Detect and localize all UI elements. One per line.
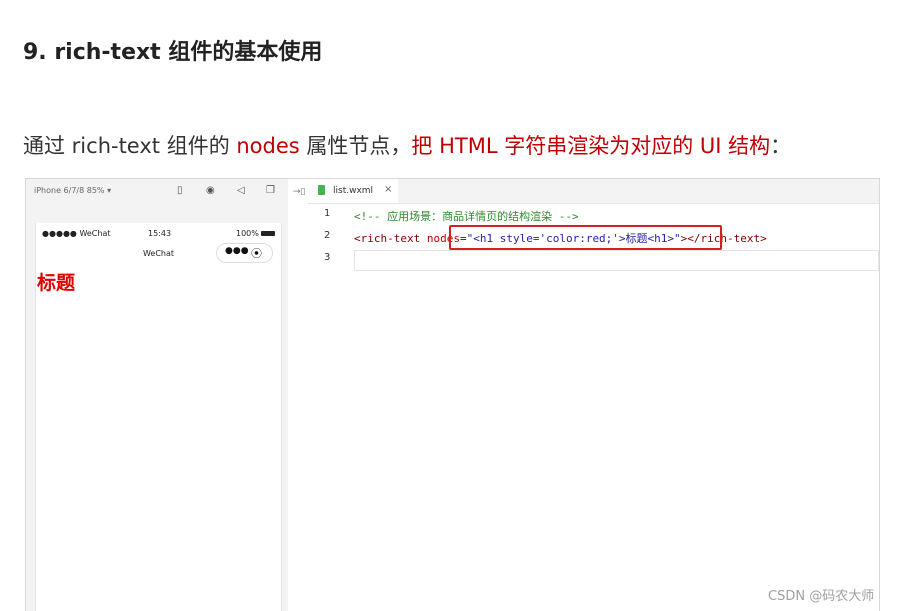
code-tag-open: <rich-text [354,232,427,245]
battery-text: 100% [236,229,259,238]
para-nodes-highlight: nodes [236,134,300,158]
watermark: CSDN @码农大师 [768,589,875,604]
phone-icon[interactable]: ▯ [177,185,183,196]
code-line: 1 <!-- 应用场景：商品详情页的结构渲染 --> [308,203,879,225]
collapse-sidebar-icon[interactable]: →▯ [293,187,306,197]
para-text-3: ： [770,134,792,158]
device-select[interactable]: iPhone 6/7/8 85% ▾ [34,186,111,195]
menu-capsule[interactable]: ●●● ⦿ [216,243,273,263]
rendered-h1: 标题 [37,272,76,294]
battery-indicator: 100% [236,229,275,238]
clock-text: 15:43 [148,229,172,238]
volume-icon[interactable]: ◁ [237,185,245,196]
highlight-box [449,225,722,250]
description-paragraph: 通过 rich-text 组件的 nodes 属性节点，把 HTML 字符串渲染… [23,130,791,160]
line-number: 2 [324,230,331,241]
ide-screenshot: iPhone 6/7/8 85% ▾ ▯ ◉ ◁ ❐ ●●●●● WeChat … [25,178,880,611]
line-number: 3 [324,252,331,263]
status-bar: ●●●●● WeChat 15:43 100% [36,229,281,241]
record-icon[interactable]: ◉ [206,185,215,196]
code-editor: →▯ list.wxml × 1 <!-- 应用场景：商品详情页的结构渲染 --… [288,179,879,611]
window-icon[interactable]: ❐ [266,185,275,196]
simulator-panel: iPhone 6/7/8 85% ▾ ▯ ◉ ◁ ❐ ●●●●● WeChat … [26,179,289,611]
close-target-icon[interactable]: ⦿ [251,245,262,261]
more-dots-icon[interactable]: ●●● [225,246,249,256]
section-heading: 9. rich-text 组件的基本使用 [23,40,323,65]
carrier-text: ●●●●● WeChat [42,229,111,238]
current-line-highlight [354,250,879,271]
editor-tabbar: list.wxml × [308,179,879,204]
para-text-2: 属性节点， [299,134,412,158]
simulator-toolbar: iPhone 6/7/8 85% ▾ ▯ ◉ ◁ ❐ [26,179,288,203]
tab-label: list.wxml [333,186,374,196]
wxml-file-icon [318,185,325,195]
para-text-1: 通过 rich-text 组件的 [23,134,237,158]
tab-close-icon[interactable]: × [384,184,392,195]
para-render-highlight: 把 HTML 字符串渲染为对应的 UI 结构 [411,134,771,158]
tab-list-wxml[interactable]: list.wxml × [308,179,398,203]
battery-icon [260,231,275,236]
phone-screen: ●●●●● WeChat 15:43 100% WeChat ●●● ⦿ 标题 [35,223,282,611]
line-number: 1 [324,208,331,219]
code-comment: <!-- 应用场景：商品详情页的结构渲染 --> [354,210,579,223]
line-source: <!-- 应用场景：商品详情页的结构渲染 --> [354,208,579,224]
